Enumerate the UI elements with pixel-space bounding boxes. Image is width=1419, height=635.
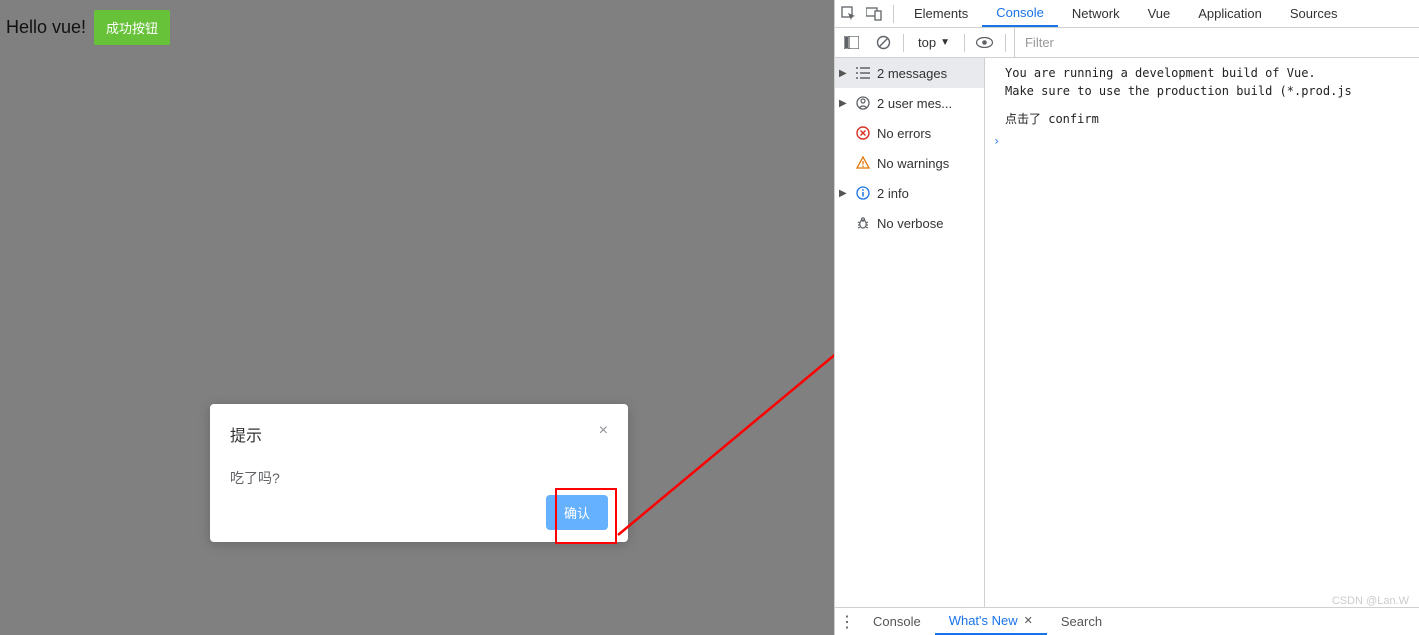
- scope-selector[interactable]: top ▼: [912, 35, 956, 50]
- sidebar-user-messages[interactable]: ▶ 2 user mes...: [835, 88, 984, 118]
- console-line: Make sure to use the production build (*…: [987, 82, 1419, 106]
- warning-icon: [855, 156, 871, 170]
- sidebar-text: No verbose: [877, 216, 943, 231]
- confirm-button[interactable]: 确认: [546, 495, 608, 530]
- devtools-tabs: Elements Console Network Vue Application…: [835, 0, 1419, 28]
- inspect-icon[interactable]: [835, 6, 861, 21]
- divider: [903, 34, 904, 52]
- hello-text: Hello vue!: [6, 17, 86, 38]
- divider: [893, 5, 894, 23]
- sidebar-toggle-icon[interactable]: [839, 36, 863, 49]
- scope-label: top: [918, 35, 936, 50]
- drawer-tab-label: Console: [873, 614, 921, 629]
- tab-sources[interactable]: Sources: [1276, 0, 1352, 27]
- expand-icon: ▶: [839, 188, 849, 199]
- device-toggle-icon[interactable]: [861, 7, 887, 21]
- divider: [1005, 34, 1006, 52]
- sidebar-text: 2 info: [877, 186, 909, 201]
- drawer-tab-label: What's New: [949, 613, 1018, 628]
- sidebar-info[interactable]: ▶ 2 info: [835, 178, 984, 208]
- expand-icon: ▶: [839, 98, 849, 109]
- close-icon[interactable]: ✕: [1024, 614, 1033, 627]
- sidebar-text: 2 messages: [877, 66, 947, 81]
- user-icon: [855, 96, 871, 110]
- drawer-tab-whatsnew[interactable]: What's New ✕: [935, 608, 1047, 635]
- tab-elements[interactable]: Elements: [900, 0, 982, 27]
- sidebar-text: 2 user mes...: [877, 96, 952, 111]
- bug-icon: [855, 216, 871, 230]
- console-body: ▶ 2 messages ▶ 2 user mes... No errors: [835, 58, 1419, 607]
- sidebar-errors[interactable]: No errors: [835, 118, 984, 148]
- app-header: Hello vue! 成功按钮: [0, 0, 834, 55]
- tab-application[interactable]: Application: [1184, 0, 1276, 27]
- modal-title: 提示: [230, 422, 608, 446]
- success-button[interactable]: 成功按钮: [94, 10, 170, 45]
- sidebar-messages[interactable]: ▶ 2 messages: [835, 58, 984, 88]
- clear-console-icon[interactable]: [871, 35, 895, 50]
- drawer-tab-console[interactable]: Console: [859, 614, 935, 629]
- list-icon: [855, 67, 871, 79]
- devtools-drawer: ⋮ Console What's New ✕ Search: [835, 607, 1419, 635]
- sidebar-text: No errors: [877, 126, 931, 141]
- modal-footer: 确认: [546, 495, 608, 530]
- drawer-menu-icon[interactable]: ⋮: [835, 612, 859, 632]
- filter-input[interactable]: [1014, 28, 1419, 57]
- console-toolbar: top ▼: [835, 28, 1419, 58]
- console-line: 点击了 confirm: [987, 110, 1419, 134]
- drawer-tab-label: Search: [1061, 614, 1102, 629]
- modal-body: 吃了吗?: [230, 468, 608, 488]
- close-icon[interactable]: ×: [599, 422, 608, 440]
- console-sidebar: ▶ 2 messages ▶ 2 user mes... No errors: [835, 58, 985, 607]
- divider: [964, 34, 965, 52]
- modal-dialog: 提示 × 吃了吗? 确认: [210, 404, 628, 542]
- sidebar-warnings[interactable]: No warnings: [835, 148, 984, 178]
- error-icon: [855, 126, 871, 140]
- tab-console[interactable]: Console: [982, 0, 1058, 27]
- sidebar-verbose[interactable]: No verbose: [835, 208, 984, 238]
- tab-vue[interactable]: Vue: [1134, 0, 1185, 27]
- live-expression-icon[interactable]: [973, 37, 997, 48]
- info-icon: [855, 186, 871, 200]
- expand-icon: ▶: [839, 68, 849, 79]
- sidebar-text: No warnings: [877, 156, 949, 171]
- devtools-panel: Elements Console Network Vue Application…: [834, 0, 1419, 635]
- console-output[interactable]: You are running a development build of V…: [985, 58, 1419, 607]
- tab-network[interactable]: Network: [1058, 0, 1134, 27]
- drawer-tab-search[interactable]: Search: [1047, 614, 1116, 629]
- console-prompt-icon[interactable]: ›: [987, 134, 1419, 148]
- watermark: CSDN @Lan.W: [1332, 595, 1409, 607]
- chevron-down-icon: ▼: [940, 37, 950, 48]
- vue-app-panel: Hello vue! 成功按钮 提示 × 吃了吗? 确认: [0, 0, 834, 635]
